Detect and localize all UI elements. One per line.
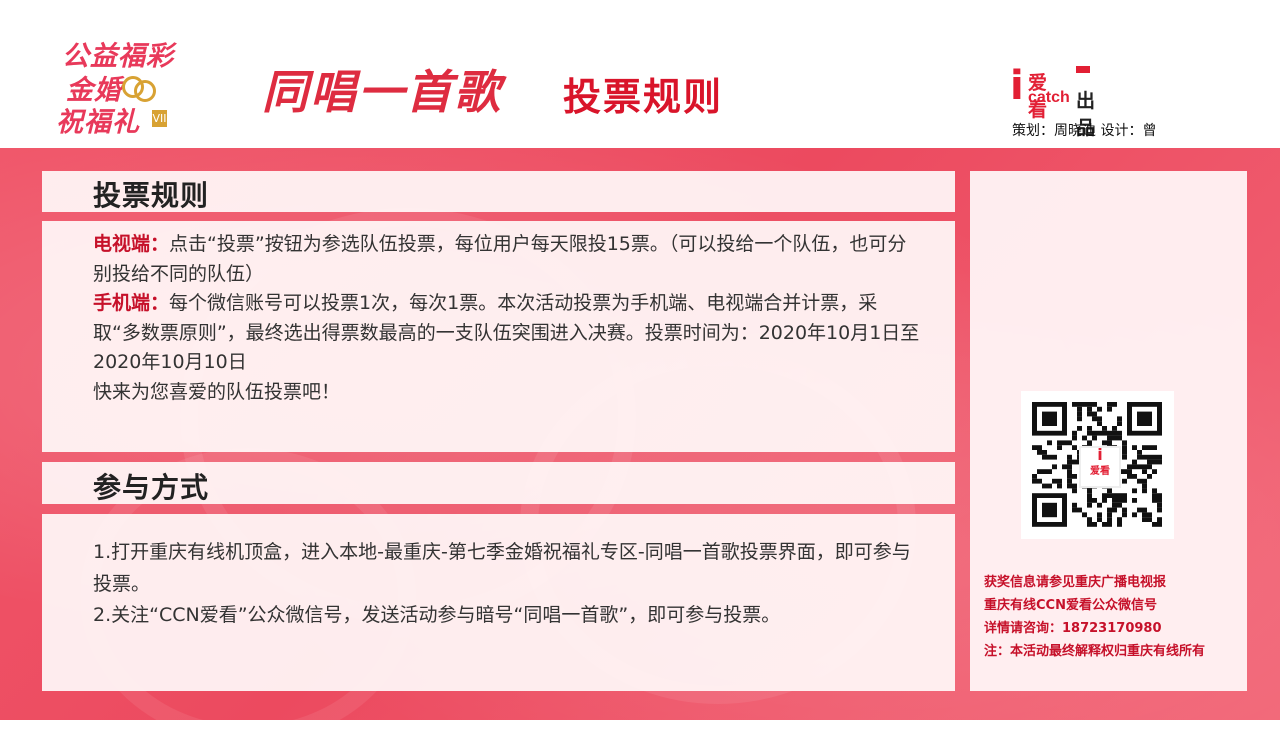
rule-closing: 快来为您喜爱的队伍投票吧！ <box>93 380 341 403</box>
rule-tv: 电视端：点击“投票”按钮为参选队伍投票，每位用户每天限投15票。（可以投给一个队… <box>93 230 921 289</box>
qr-code: i 爱看 <box>1021 391 1174 539</box>
event-logo: 公益福彩 金婚 祝福礼 VII <box>52 30 197 138</box>
mobile-text: 每个微信账号可以投票1次，每次1票。本次活动投票为手机端、电视端合并计票，采取“… <box>93 292 920 373</box>
step-2: 2.关注“CCN爱看”公众微信号，发送活动参与暗号“同唱一首歌”，即可参与投票。 <box>93 604 781 626</box>
info-line: 获奖信息请参见重庆广播电视报 <box>984 575 1167 590</box>
logo-line-3: 祝福礼 <box>56 107 140 138</box>
participation-heading: 参与方式 <box>93 471 210 504</box>
qr-center-logo: i 爱看 <box>1079 446 1121 488</box>
brand-tag-icon <box>1076 66 1090 73</box>
tv-text: 点击“投票”按钮为参选队伍投票，每位用户每天限投15票。（可以投给一个队伍，也可… <box>93 233 907 285</box>
credits: 策划：周晓迪 设计：曾 <box>1012 123 1157 139</box>
info-line: 详情请咨询：18723170980 <box>984 621 1162 636</box>
step-1: 1.打开重庆有线机顶盒，进入本地-最重庆-第七季金婚祝福礼专区-同唱一首歌投票界… <box>93 541 911 595</box>
tv-label: 电视端： <box>93 233 170 255</box>
season-badge: VII <box>152 110 167 127</box>
participation-body: 1.打开重庆有线机顶盒，进入本地-最重庆-第七季金婚祝福礼专区-同唱一首歌投票界… <box>93 537 921 632</box>
rules-heading: 投票规则 <box>93 179 210 212</box>
page-title: 投票规则 <box>563 75 724 119</box>
info-line: 注：本活动最终解释权归重庆有线所有 <box>984 644 1206 659</box>
page-title-script: 同唱一首歌 <box>262 65 502 119</box>
mobile-label: 手机端： <box>93 292 170 314</box>
info-line: 重庆有线CCN爱看公众微信号 <box>984 598 1157 613</box>
rules-body: 电视端：点击“投票”按钮为参选队伍投票，每位用户每天限投15票。（可以投给一个队… <box>93 230 921 407</box>
brand-i: i <box>1010 63 1024 109</box>
ring-icon <box>134 80 156 102</box>
rule-mobile: 手机端：每个微信账号可以投票1次，每次1票。本次活动投票为手机端、电视端合并计票… <box>93 289 921 378</box>
brand-catch: catch <box>1028 89 1070 106</box>
